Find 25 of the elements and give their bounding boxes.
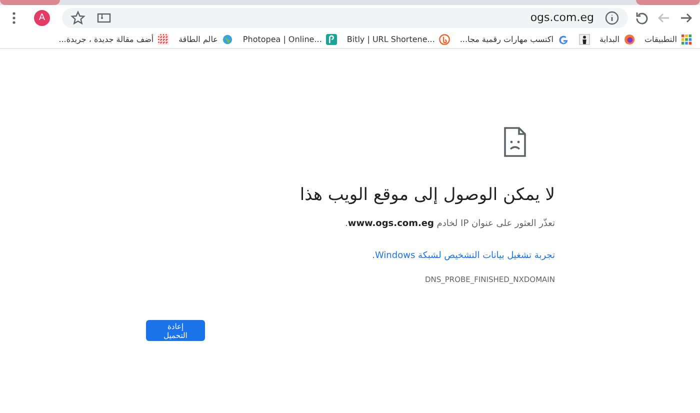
bookmark-item[interactable] (578, 34, 590, 44)
photopea-logo-icon (326, 34, 337, 44)
address-bar[interactable]: ogs.com.eg (62, 8, 628, 28)
url-text: ogs.com.eg (530, 11, 594, 24)
error-heading: لا يمكن الوصول إلى موقع الويب هذا (298, 185, 555, 205)
bookmark-item[interactable]: التطبيقات (644, 34, 692, 44)
info-icon[interactable] (604, 10, 620, 26)
fox-globe-icon (624, 34, 635, 44)
person-icon (578, 34, 590, 44)
bookmark-item[interactable]: Bitly | URL Shortene... (346, 34, 450, 44)
bookmark-item[interactable]: اكتسب مهارات رقمية مجا... (460, 34, 568, 44)
sad-page-icon (503, 127, 527, 157)
pattern-icon (158, 34, 169, 44)
reload-icon[interactable] (634, 10, 650, 26)
bitly-logo-icon (438, 34, 450, 44)
apps-grid-icon (681, 34, 692, 44)
diagnostics-link[interactable]: تجربة تشغيل بيانات التشخيص لشبكة Windows. (372, 251, 555, 261)
bookmark-item[interactable]: أضف مقالة جديدة ، جريدة... (58, 34, 169, 44)
star-icon[interactable] (70, 10, 86, 26)
globe-icon (222, 34, 233, 44)
bookmark-item[interactable]: عالم الطاقة (178, 34, 233, 44)
bookmark-item[interactable]: البداية (600, 34, 635, 44)
google-icon (558, 34, 568, 44)
bookmark-item[interactable]: Photopea | Online... (242, 34, 337, 44)
profile-avatar[interactable]: A (34, 10, 50, 26)
